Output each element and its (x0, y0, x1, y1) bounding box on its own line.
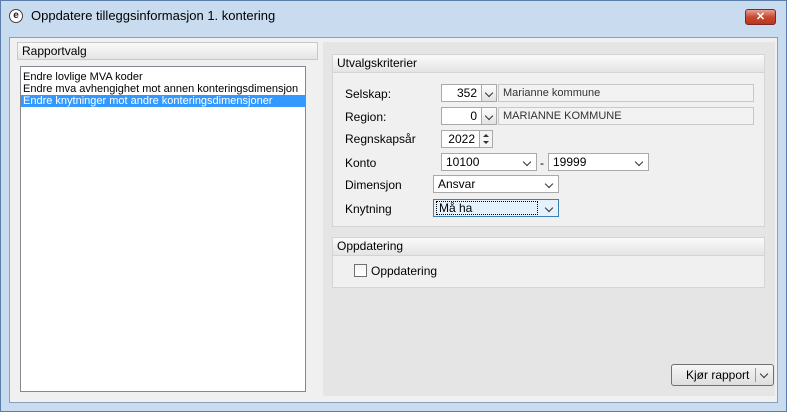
knytning-value: Må ha (436, 201, 538, 215)
close-button[interactable]: ✕ (745, 9, 776, 25)
region-dropdown-button[interactable] (481, 107, 497, 125)
oppdatering-group: Oppdatering Oppdatering (332, 237, 765, 288)
selskap-dropdown-button[interactable] (481, 84, 497, 102)
oppdatering-header: Oppdatering (333, 238, 764, 256)
konto-to-select[interactable]: 19999 (548, 153, 649, 171)
konto-from-value: 10100 (446, 155, 480, 169)
konto-to-value: 19999 (553, 155, 587, 169)
regnskapsar-input[interactable]: 2022 (441, 130, 480, 148)
selskap-name: Marianne kommune (498, 84, 754, 102)
konto-range-separator: - (540, 156, 544, 170)
rapportvalg-header: Rapportvalg (17, 42, 318, 60)
selskap-input[interactable]: 352 (441, 84, 482, 102)
report-list-item[interactable]: Endre mva avhengighet mot annen konterin… (21, 83, 305, 95)
dimensjon-select[interactable]: Ansvar (433, 175, 559, 193)
chevron-down-icon (634, 157, 644, 167)
app-logo-icon: e (9, 9, 23, 23)
rapportvalg-panel: Rapportvalg Endre lovlige MVA koder Endr… (17, 42, 318, 396)
dialog-client-area: Rapportvalg Endre lovlige MVA koder Endr… (9, 37, 778, 403)
title-bar[interactable]: e Oppdatere tilleggsinformasjon 1. konte… (1, 1, 786, 31)
region-input[interactable]: 0 (441, 107, 482, 125)
chevron-down-icon (522, 157, 532, 167)
chevron-down-icon (484, 111, 494, 121)
window-title: Oppdatere tilleggsinformasjon 1. konteri… (31, 8, 276, 23)
button-separator (755, 368, 756, 382)
regnskapsar-spinner[interactable] (479, 130, 493, 148)
konto-from-select[interactable]: 10100 (441, 153, 537, 171)
run-report-button[interactable]: Kjør rapport (671, 364, 774, 386)
konto-label: Konto (345, 156, 377, 170)
knytning-select[interactable]: Må ha (433, 199, 559, 217)
chevron-down-icon (484, 88, 494, 98)
dimensjon-label: Dimensjon (345, 178, 402, 192)
settings-area: Utvalgskriterier Selskap: 352 Marianne k… (323, 42, 775, 396)
chevron-down-icon[interactable] (759, 369, 769, 379)
report-list-item-selected[interactable]: Endre knytninger mot andre konteringsdim… (21, 95, 305, 107)
spin-down-icon (483, 141, 489, 144)
chevron-down-icon (544, 203, 554, 213)
utvalgskriterier-group: Utvalgskriterier Selskap: 352 Marianne k… (332, 54, 765, 227)
region-name: MARIANNE KOMMUNE (498, 107, 754, 125)
oppdatering-checkbox-label[interactable]: Oppdatering (371, 264, 437, 278)
dialog-window: e Oppdatere tilleggsinformasjon 1. konte… (0, 0, 787, 412)
spin-up-icon (483, 134, 489, 137)
utvalgskriterier-header: Utvalgskriterier (333, 55, 764, 73)
dimensjon-value: Ansvar (438, 177, 476, 191)
region-label: Region: (345, 110, 387, 124)
report-list-item[interactable]: Endre lovlige MVA koder (21, 71, 305, 83)
knytning-label: Knytning (345, 202, 392, 216)
regnskapsar-label: Regnskapsår (345, 132, 416, 146)
chevron-down-icon (544, 179, 554, 189)
report-listbox[interactable]: Endre lovlige MVA koder Endre mva avheng… (20, 66, 306, 392)
oppdatering-checkbox[interactable] (354, 264, 367, 277)
selskap-label: Selskap: (345, 87, 392, 101)
run-report-label: Kjør rapport (686, 368, 750, 382)
